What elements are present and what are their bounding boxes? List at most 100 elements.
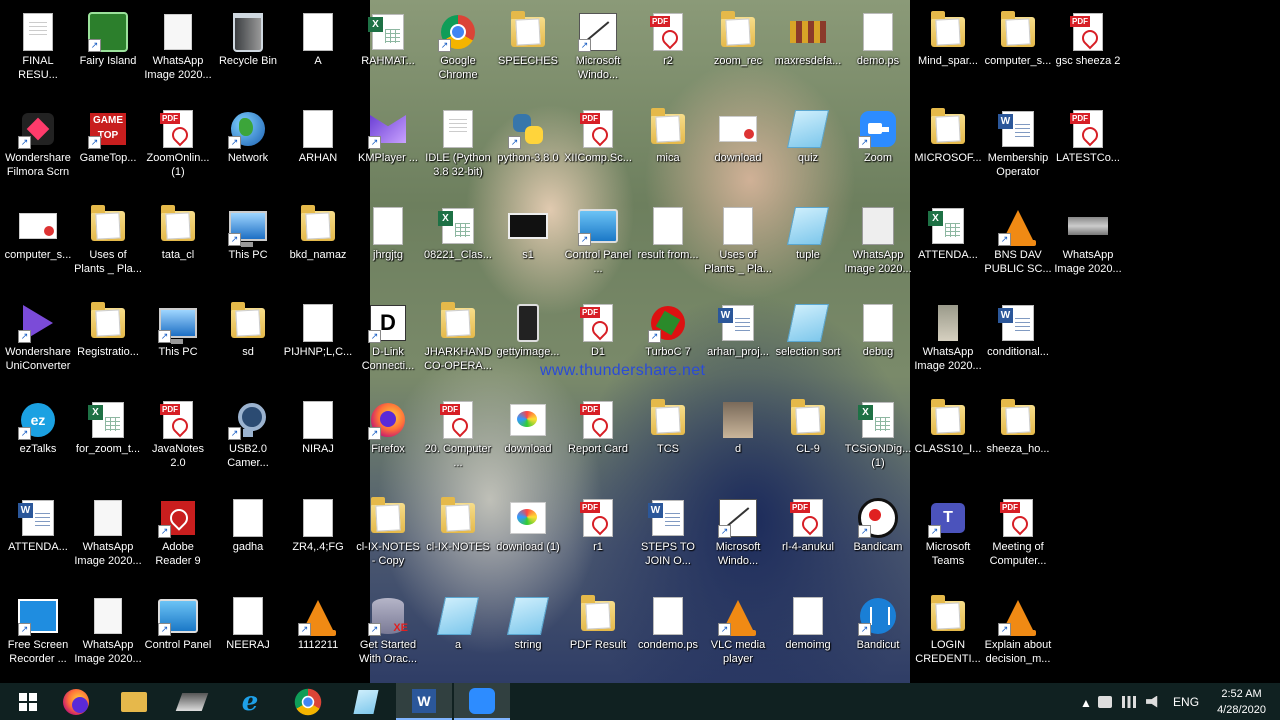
desktop-icon[interactable]: for_zoom_t... [72,392,144,488]
language-indicator[interactable]: ENG [1173,695,1199,709]
taskbar-zoom[interactable] [454,683,510,720]
desktop-icon[interactable]: PDF Result [562,588,634,684]
desktop-icon[interactable]: FINAL RESU... [2,4,74,100]
desktop-icon[interactable]: ↗ Bandicam [842,490,914,586]
desktop-icon[interactable]: string [492,588,564,684]
desktop-icon[interactable]: Uses of Plants _ Pla... [702,198,774,294]
desktop-icon[interactable]: ↗ python-3.8.0 [492,101,564,197]
taskbar-chrome[interactable] [280,683,336,720]
desktop-icon[interactable]: ↗ Wondershare Filmora Scrn [2,101,74,197]
desktop-icon[interactable]: result from... [632,198,704,294]
desktop-icon[interactable]: WhatsApp Image 2020... [72,588,144,684]
desktop-icon[interactable]: Membership Operator [982,101,1054,197]
desktop-icon[interactable]: NIRAJ [282,392,354,488]
desktop-icon[interactable]: ↗ Control Panel ... [562,198,634,294]
desktop-icon[interactable]: JHARKHAND CO-OPERA... [422,295,494,391]
desktop-icon[interactable]: tuple [772,198,844,294]
desktop-icon[interactable]: ↗ Control Panel [142,588,214,684]
clock[interactable]: 2:52 AM 4/28/2020 [1217,686,1266,718]
desktop-icon[interactable]: WhatsApp Image 2020... [72,490,144,586]
desktop-icon[interactable]: ↗ Microsoft Windo... [562,4,634,100]
desktop-icon[interactable]: ATTENDA... [912,198,984,294]
desktop-icon[interactable]: ez ↗ ezTalks [2,392,74,488]
volume-icon[interactable] [1146,695,1158,708]
desktop-icon[interactable]: download [702,101,774,197]
desktop-icon[interactable]: Meeting of Computer... [982,490,1054,586]
desktop-icon[interactable]: LATESTCo... [1052,101,1124,197]
desktop-icon[interactable]: r2 [632,4,704,100]
desktop-icon[interactable]: XIIComp.Sc... [562,101,634,197]
desktop-icon[interactable]: download (1) [492,490,564,586]
desktop-icon[interactable]: tata_cl [142,198,214,294]
desktop-icon[interactable]: debug [842,295,914,391]
desktop-icon[interactable]: cl-IX-NOTES [422,490,494,586]
desktop-icon[interactable]: WhatsApp Image 2020... [842,198,914,294]
desktop-icon[interactable]: sd [212,295,284,391]
taskbar-internet-explorer[interactable]: e [222,683,278,720]
desktop-icon[interactable]: A [282,4,354,100]
desktop-icon[interactable]: ↗ This PC [142,295,214,391]
desktop-icon[interactable]: TCS [632,392,704,488]
desktop-icon[interactable]: selection sort [772,295,844,391]
desktop-icon[interactable]: r1 [562,490,634,586]
desktop-icon[interactable]: LOGIN CREDENTI... [912,588,984,684]
desktop-icon[interactable]: GAME TOP ↗ GameTop... [72,101,144,197]
desktop-icon[interactable]: ↗ Network [212,101,284,197]
desktop-icon[interactable]: ↗ BNS DAV PUBLIC SC... [982,198,1054,294]
desktop-icon[interactable]: computer_s... [2,198,74,294]
desktop-icon[interactable]: rl-4-anukul [772,490,844,586]
desktop-icon[interactable]: quiz [772,101,844,197]
desktop-icon[interactable]: PIJHNP;L,C... [282,295,354,391]
desktop-icon[interactable]: D1 [562,295,634,391]
desktop-icon[interactable]: download [492,392,564,488]
desktop-icon[interactable]: Report Card [562,392,634,488]
desktop-icon[interactable]: bkd_namaz [282,198,354,294]
desktop-icon[interactable]: jhrgjtg [352,198,424,294]
desktop-icon[interactable]: CLASS10_I... [912,392,984,488]
taskbar-word[interactable]: W [396,683,452,720]
desktop-icon[interactable]: ↗ 1112211 [282,588,354,684]
desktop-icon[interactable]: conditional... [982,295,1054,391]
desktop-icon[interactable]: Uses of Plants _ Pla... [72,198,144,294]
desktop-icon[interactable]: NEERAJ [212,588,284,684]
desktop-icon[interactable]: Recycle Bin [212,4,284,100]
desktop-icon[interactable]: gettyimage... [492,295,564,391]
desktop-icon[interactable]: ↗ Microsoft Windo... [702,490,774,586]
desktop-icon[interactable]: ↗ Adobe Reader 9 [142,490,214,586]
desktop-icon[interactable]: ↗ TurboC 7 [632,295,704,391]
desktop-icon[interactable]: s1 [492,198,564,294]
desktop-icon[interactable]: computer_s... [982,4,1054,100]
desktop-icon[interactable]: ↗ Bandicut [842,588,914,684]
desktop-icon[interactable]: ZR4,.4;FG [282,490,354,586]
desktop-icon[interactable]: ↗ Google Chrome [422,4,494,100]
chevron-up-icon[interactable]: ▲ [1080,696,1092,710]
desktop-icon[interactable]: ↗ Zoom [842,101,914,197]
desktop-icon[interactable]: condemo.ps [632,588,704,684]
desktop-icon[interactable]: cl-IX-NOTES - Copy [352,490,424,586]
desktop-icon[interactable]: arhan_proj... [702,295,774,391]
desktop-icon[interactable]: demoimg [772,588,844,684]
desktop-icon[interactable]: zoom_rec [702,4,774,100]
desktop-icon[interactable]: ZoomOnlin... (1) [142,101,214,197]
desktop-icon[interactable]: ↗ VLC media player [702,588,774,684]
desktop-icon[interactable]: Mind_spar... [912,4,984,100]
desktop-icon[interactable]: SPEECHES [492,4,564,100]
taskbar-file-explorer[interactable] [106,683,162,720]
desktop-icon[interactable]: ATTENDA... [2,490,74,586]
desktop-icon[interactable]: 20. Computer ... [422,392,494,488]
desktop-icon[interactable]: ↗ Get Started With Orac... [352,588,424,684]
desktop-icon[interactable]: ↗ Fairy Island [72,4,144,100]
network-icon[interactable] [1098,695,1113,708]
taskbar-scanner[interactable] [164,683,220,720]
desktop-icon[interactable]: gadha [212,490,284,586]
desktop-icon[interactable]: ↗ Free Screen Recorder ... [2,588,74,684]
desktop-icon[interactable]: ↗ KMPlayer ... [352,101,424,197]
desktop-icon[interactable]: mica [632,101,704,197]
desktop-icon[interactable]: IDLE (Python 3.8 32-bit) [422,101,494,197]
desktop-icon[interactable]: ↗ Wondershare UniConverter [2,295,74,391]
desktop-icon[interactable]: JavaNotes 2.0 [142,392,214,488]
desktop-icon[interactable]: ↗ This PC [212,198,284,294]
desktop-icon[interactable]: T ↗ Microsoft Teams [912,490,984,586]
desktop-icon[interactable]: Registratio... [72,295,144,391]
desktop-icon[interactable]: demo.ps [842,4,914,100]
